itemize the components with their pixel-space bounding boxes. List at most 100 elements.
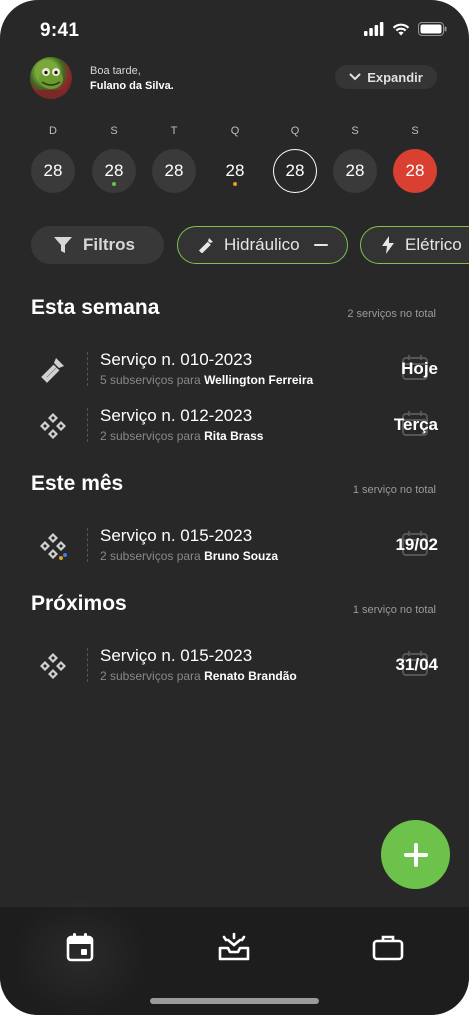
day-number: 28 [31, 149, 75, 193]
day-number-text: 28 [104, 161, 124, 180]
expand-label: Expandir [367, 69, 423, 85]
expand-button[interactable]: Expandir [335, 65, 437, 89]
day-letter: Q [290, 125, 300, 137]
assignee-name: Renato Brandão [204, 669, 297, 683]
day-letter: S [411, 125, 419, 137]
day-number-text: 28 [285, 161, 305, 180]
section-title-month: Este mês [31, 472, 124, 495]
diamond-nodes-icon [40, 653, 66, 679]
chip-eletrico[interactable]: Elétrico [360, 226, 469, 264]
day-wednesday[interactable]: Q 28 [212, 125, 258, 193]
signal-icon [364, 22, 384, 36]
service-subtitle: 5 subserviços para Wellington Ferreira [100, 373, 313, 387]
item-separator [87, 528, 88, 562]
service-item[interactable]: Serviço n. 012-2023 2 subserviços para R… [30, 402, 438, 450]
status-bar: 9:41 [0, 0, 469, 60]
chip-hidraulico[interactable]: Hidráulico [177, 226, 348, 264]
funnel-icon [54, 237, 72, 253]
calendar-icon [66, 933, 94, 962]
service-subtitle: 2 subserviços para Rita Brass [100, 429, 263, 443]
service-title: Serviço n. 015-2023 [100, 526, 253, 545]
service-subtitle: 2 subserviços para Bruno Souza [100, 549, 278, 563]
day-number: 28 [152, 149, 196, 193]
service-date: Terça [393, 415, 438, 434]
filters-button[interactable]: Filtros [31, 226, 164, 264]
service-item[interactable]: Serviço n. 015-2023 2 subserviços para R… [30, 642, 438, 690]
day-number: 28 [213, 149, 257, 193]
day-letter: D [49, 125, 57, 137]
tab-inbox[interactable] [204, 927, 264, 967]
event-dot [112, 182, 116, 186]
add-service-button[interactable] [381, 820, 450, 889]
day-number-text: 28 [345, 161, 365, 180]
day-letter: T [170, 125, 178, 137]
chip-eletrico-label: Elétrico [405, 235, 462, 254]
section-title-week: Esta semana [31, 296, 160, 319]
day-letter: S [351, 125, 359, 137]
item-separator [87, 648, 88, 682]
plus-icon [403, 842, 428, 867]
tab-briefcase[interactable] [358, 927, 418, 967]
briefcase-icon [372, 935, 404, 961]
service-title: Serviço n. 015-2023 [100, 646, 253, 665]
service-date: Hoje [401, 359, 438, 378]
item-separator [87, 352, 88, 386]
week-strip: D 28 S 28 T 28 Q 28 Q 28 S 28 S 28 [0, 125, 469, 205]
wrench-icon [41, 358, 64, 383]
day-saturday[interactable]: S 28 [392, 125, 438, 193]
day-number-text: 28 [43, 161, 63, 180]
service-title: Serviço n. 012-2023 [100, 406, 253, 425]
lightning-icon [382, 236, 394, 254]
wifi-icon [392, 23, 410, 36]
chevron-down-icon [349, 73, 361, 81]
event-dot [233, 182, 237, 186]
day-number: 28 [333, 149, 377, 193]
filter-bar: Filtros Hidráulico Elétrico [31, 226, 469, 266]
bottom-tab-bar [0, 897, 469, 1015]
subtitle-prefix: 5 subserviços para [100, 373, 201, 387]
service-subtitle: 2 subserviços para Renato Brandão [100, 669, 297, 683]
day-number-today: 28 [273, 149, 317, 193]
avatar[interactable] [30, 57, 72, 99]
day-thursday[interactable]: Q 28 [272, 125, 318, 193]
service-item[interactable]: Serviço n. 015-2023 2 subserviços para B… [30, 522, 438, 570]
day-number-text: 28 [405, 161, 425, 180]
user-name: Fulano da Silva. [90, 80, 174, 92]
greeting-header: Boa tarde, Fulano da Silva. Expandir [0, 55, 469, 101]
day-tuesday[interactable]: T 28 [151, 125, 197, 193]
day-letter: Q [230, 125, 240, 137]
assignee-name: Rita Brass [204, 429, 264, 443]
service-item[interactable]: Serviço n. 010-2023 5 subserviços para W… [30, 346, 438, 394]
phone-screen: 9:41 Boa tarde, Fulano da Silva. Expandi… [0, 0, 469, 1015]
day-friday[interactable]: S 28 [332, 125, 378, 193]
section-count-upcoming: 1 serviço no total [352, 604, 436, 616]
subtitle-prefix: 2 subserviços para [100, 549, 201, 563]
diamond-nodes-icon [40, 533, 67, 560]
day-monday[interactable]: S 28 [91, 125, 137, 193]
greeting-text: Boa tarde, [90, 65, 141, 77]
day-number-text: 28 [164, 161, 184, 180]
assignee-name: Wellington Ferreira [204, 373, 314, 387]
day-number: 28 [92, 149, 136, 193]
service-date: 19/02 [395, 535, 438, 554]
tab-calendar[interactable] [50, 927, 110, 967]
assignee-name: Bruno Souza [204, 549, 279, 563]
chip-hidraulico-label: Hidráulico [224, 235, 300, 254]
status-time: 9:41 [40, 20, 80, 41]
inbox-icon [218, 932, 250, 961]
wrench-icon [198, 238, 213, 253]
day-number-text: 28 [225, 161, 245, 180]
minus-icon[interactable] [313, 243, 328, 247]
avatar-image [34, 68, 68, 99]
day-sunday[interactable]: D 28 [30, 125, 76, 193]
filters-label: Filtros [83, 235, 135, 254]
service-title: Serviço n. 010-2023 [100, 350, 253, 369]
subtitle-prefix: 2 subserviços para [100, 669, 201, 683]
day-letter: S [110, 125, 118, 137]
section-count-month: 1 serviço no total [352, 484, 436, 496]
item-separator [87, 408, 88, 442]
day-number-selected: 28 [393, 149, 437, 193]
section-count-week: 2 serviços no total [347, 308, 436, 320]
home-indicator[interactable] [150, 998, 319, 1004]
service-date: 31/04 [395, 655, 438, 674]
